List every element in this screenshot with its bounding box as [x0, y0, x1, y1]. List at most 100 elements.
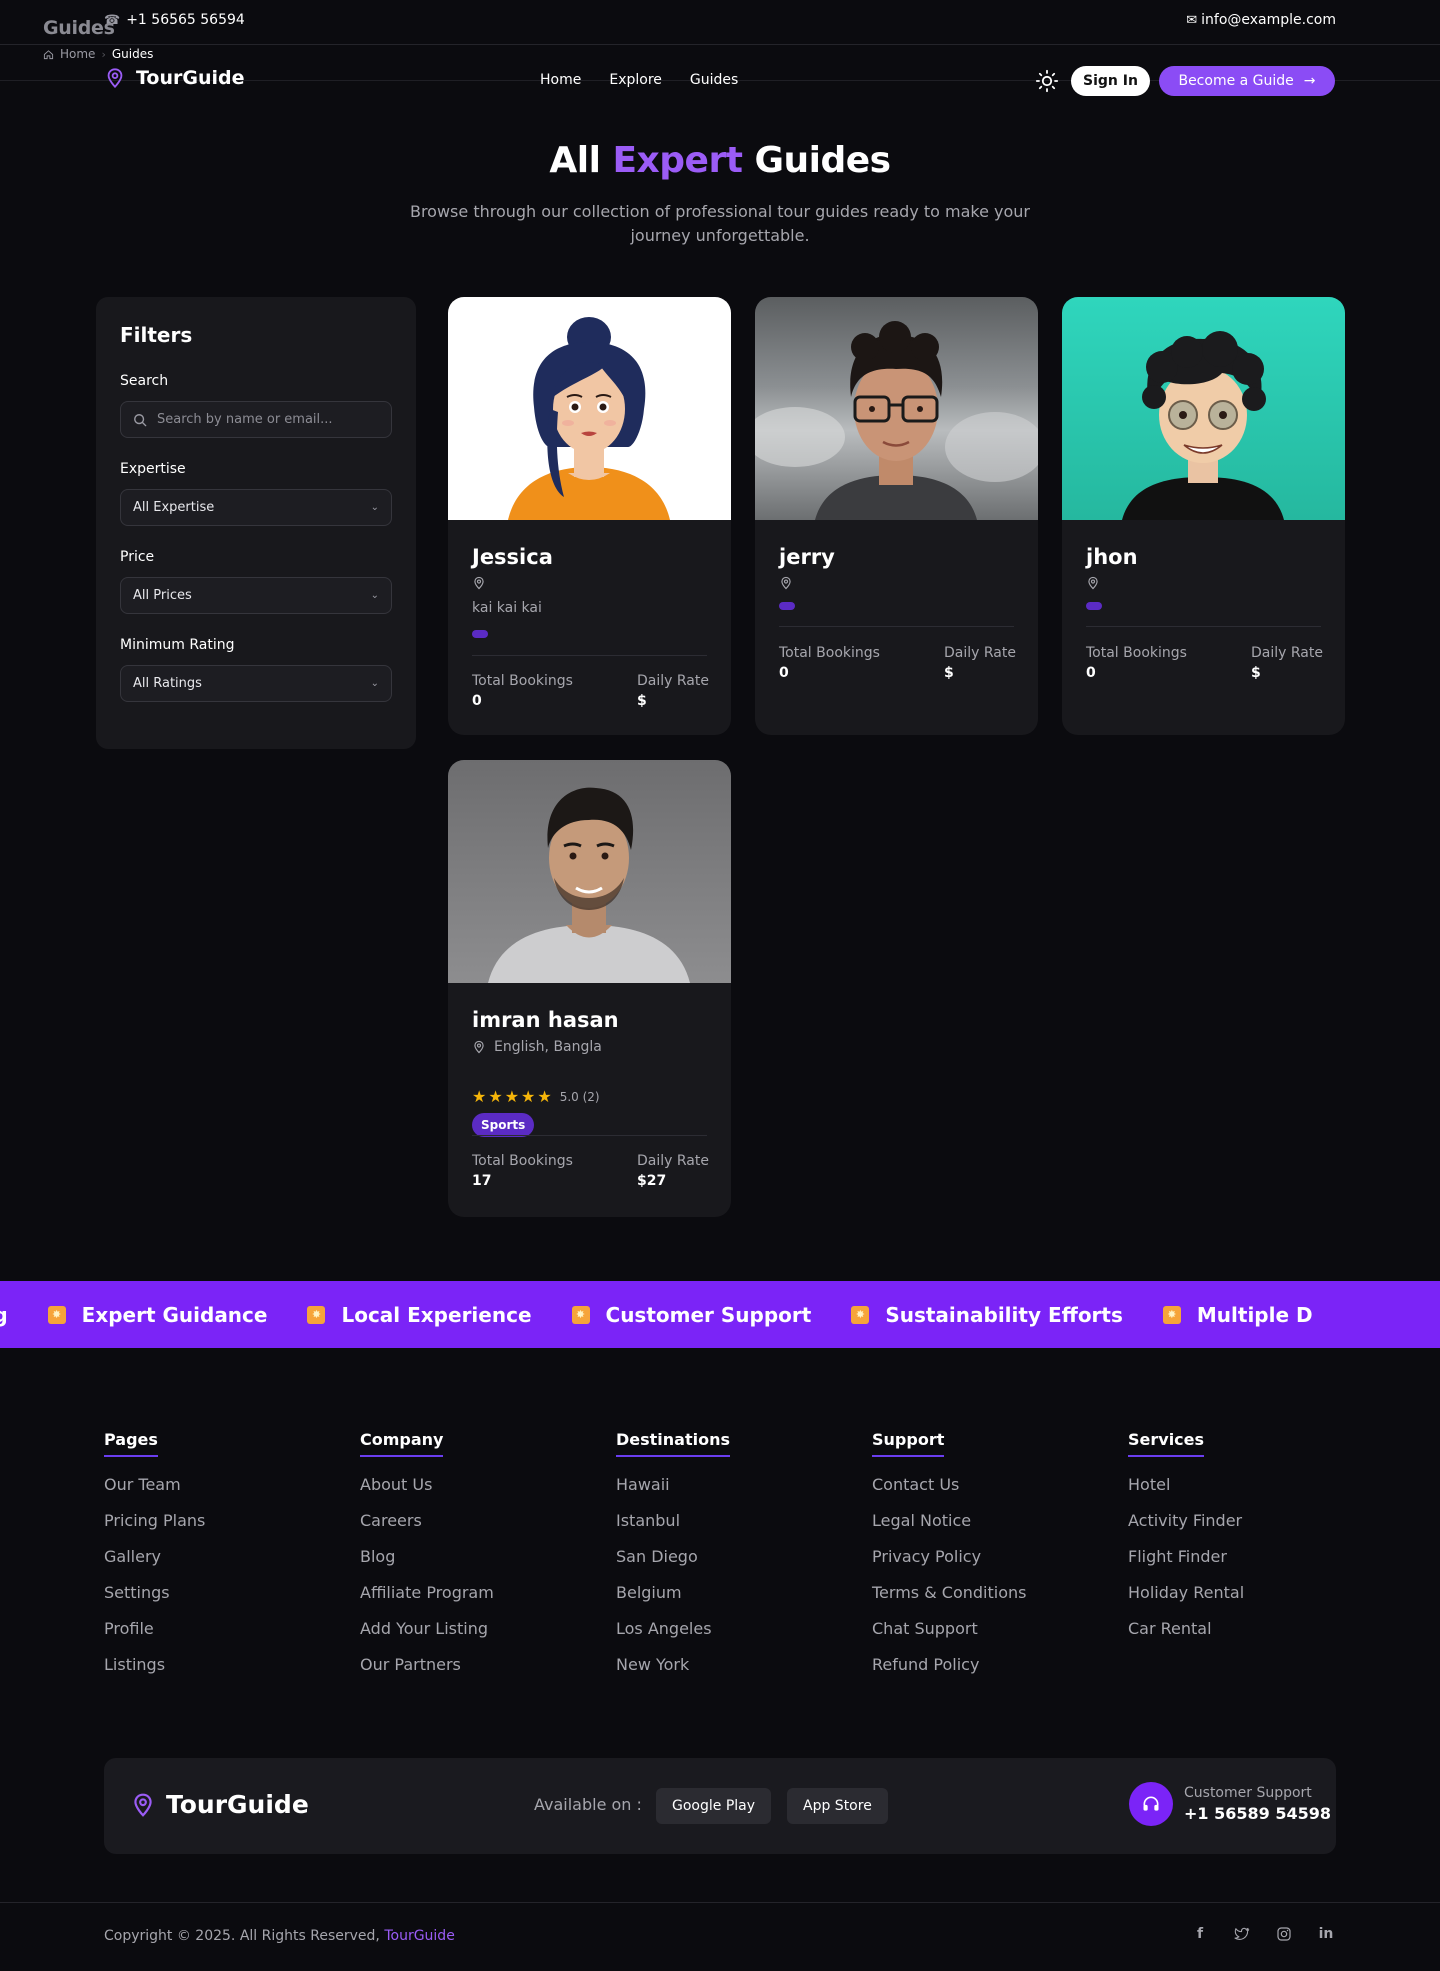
guide-name: imran hasan — [472, 1008, 619, 1032]
chevron-down-icon: ⌄ — [370, 678, 379, 689]
headset-icon — [1129, 1782, 1173, 1826]
footer-brand-logo[interactable]: TourGuide — [130, 1790, 309, 1819]
footer-link[interactable]: Terms & Conditions — [872, 1582, 1102, 1618]
footer-link[interactable]: Affiliate Program — [360, 1582, 590, 1618]
rating-select[interactable]: All Ratings ⌄ — [120, 665, 392, 702]
footer-link[interactable]: Chat Support — [872, 1618, 1102, 1654]
rate-value: $ — [944, 665, 954, 681]
bookings-value: 0 — [1086, 665, 1096, 681]
brand-logo[interactable]: TourGuide — [104, 67, 245, 89]
facebook-icon[interactable]: f — [1190, 1924, 1210, 1944]
footer-link[interactable]: Refund Policy — [872, 1654, 1102, 1690]
footer-link[interactable]: Belgium — [616, 1582, 846, 1618]
footer-brand-name: TourGuide — [166, 1790, 309, 1819]
footer-link[interactable]: Profile — [104, 1618, 334, 1654]
footer-link[interactable]: Add Your Listing — [360, 1618, 590, 1654]
footer-column-company: Company About Us Careers Blog Affiliate … — [360, 1430, 590, 1690]
twitter-icon[interactable] — [1232, 1924, 1252, 1944]
title-pre: All — [549, 140, 613, 181]
guide-languages: kai kai kai — [472, 600, 542, 616]
footer-link[interactable]: Careers — [360, 1510, 590, 1546]
guide-tag-placeholder — [1086, 602, 1102, 610]
footer-column-destinations: Destinations Hawaii Istanbul San Diego B… — [616, 1430, 846, 1690]
rate-label: Daily Rate — [944, 645, 1016, 661]
marquee-item: ✸ Local Experience — [267, 1303, 532, 1327]
footer-link[interactable]: Settings — [104, 1582, 334, 1618]
guide-card-jerry[interactable]: jerry Total Bookings 0 Daily Rate $ — [755, 297, 1038, 735]
footer-link[interactable]: Hotel — [1128, 1474, 1358, 1510]
marquee-label: Multiple D — [1196, 1302, 1313, 1327]
search-input[interactable]: Search by name or email... — [120, 401, 392, 438]
star-icon: ★ — [504, 1087, 520, 1106]
top-phone-text: +1 56565 56594 — [126, 12, 245, 28]
price-label: Price — [120, 549, 155, 565]
footer-link[interactable]: San Diego — [616, 1546, 846, 1582]
footer-link[interactable]: Our Team — [104, 1474, 334, 1510]
footer-link[interactable]: About Us — [360, 1474, 590, 1510]
guide-card-imran-hasan[interactable]: imran hasan English, Bangla ★ ★ ★ ★ ★ 5.0 (2… — [448, 760, 731, 1217]
rate-label: Daily Rate — [1251, 645, 1323, 661]
rating-value: All Ratings — [133, 676, 202, 691]
footer-link[interactable]: Los Angeles — [616, 1618, 846, 1654]
become-guide-button[interactable]: Become a Guide → — [1159, 66, 1335, 96]
guide-photo — [448, 760, 731, 983]
price-select[interactable]: All Prices ⌄ — [120, 577, 392, 614]
guide-photo — [755, 297, 1038, 520]
bookings-label: Total Bookings — [472, 1153, 573, 1169]
footer-link[interactable]: Listings — [104, 1654, 334, 1690]
top-phone[interactable]: ☎ +1 56565 56594 — [104, 12, 245, 28]
map-pin-icon — [474, 576, 484, 590]
rate-value: $27 — [637, 1173, 667, 1189]
footer-link[interactable]: Privacy Policy — [872, 1546, 1102, 1582]
nav-guides[interactable]: Guides — [690, 72, 738, 88]
guide-location-text: English, Bangla — [494, 1039, 602, 1055]
footer-link[interactable]: Pricing Plans — [104, 1510, 334, 1546]
app-store-button[interactable]: App Store — [787, 1788, 888, 1824]
google-play-button[interactable]: Google Play — [656, 1788, 772, 1824]
nav-explore[interactable]: Explore — [609, 72, 662, 88]
page-subtitle: Browse through our collection of profess… — [409, 202, 1031, 245]
card-divider — [779, 626, 1014, 627]
instagram-icon[interactable] — [1274, 1924, 1294, 1944]
footer-link[interactable]: Blog — [360, 1546, 590, 1582]
support-phone[interactable]: +1 56589 54598 — [1184, 1804, 1331, 1823]
footer-link[interactable]: Our Partners — [360, 1654, 590, 1690]
map-pin-icon — [781, 576, 791, 590]
sign-in-button[interactable]: Sign In — [1071, 66, 1150, 96]
footer-link[interactable]: Gallery — [104, 1546, 334, 1582]
filters-panel: Filters Search Search by name or email..… — [96, 297, 416, 749]
guide-photo — [1062, 297, 1345, 520]
guide-card-jhon[interactable]: jhon Total Bookings 0 Daily Rate $ — [1062, 297, 1345, 735]
footer-column-title: Support — [872, 1430, 945, 1457]
theme-toggle-sun-icon[interactable] — [1035, 69, 1059, 93]
breadcrumb-home[interactable]: Home — [60, 47, 95, 61]
footer-link[interactable]: Contact Us — [872, 1474, 1102, 1510]
footer-link[interactable]: Activity Finder — [1128, 1510, 1358, 1546]
available-on-label: Available on : — [534, 1795, 642, 1814]
footer-link[interactable]: Legal Notice — [872, 1510, 1102, 1546]
footer-link[interactable]: Car Rental — [1128, 1618, 1358, 1654]
expertise-select[interactable]: All Expertise ⌄ — [120, 489, 392, 526]
guide-card-jessica[interactable]: Jessica kai kai kai Total Bookings 0 Dai… — [448, 297, 731, 735]
footer-link[interactable]: Flight Finder — [1128, 1546, 1358, 1582]
guide-tag-placeholder — [472, 630, 488, 638]
guide-name: jerry — [779, 545, 835, 569]
nav-home[interactable]: Home — [540, 72, 581, 88]
copyright-brand-link[interactable]: TourGuide — [384, 1928, 454, 1944]
chevron-down-icon: ⌄ — [370, 502, 379, 513]
price-value: All Prices — [133, 588, 192, 603]
search-label: Search — [120, 373, 169, 389]
guide-rating: ★ ★ ★ ★ ★ 5.0 (2) — [472, 1087, 600, 1106]
footer-column-services: Services Hotel Activity Finder Flight Fi… — [1128, 1430, 1358, 1654]
footer-link[interactable]: Hawaii — [616, 1474, 846, 1510]
footer-link[interactable]: Istanbul — [616, 1510, 846, 1546]
guide-photo — [448, 297, 731, 520]
linkedin-icon[interactable]: in — [1316, 1924, 1336, 1944]
footer-link[interactable]: Holiday Rental — [1128, 1582, 1358, 1618]
footer-column-title: Company — [360, 1430, 444, 1457]
become-guide-label: Become a Guide — [1178, 73, 1294, 89]
sparkle-icon: ✸ — [1162, 1305, 1181, 1324]
footer-link[interactable]: New York — [616, 1654, 846, 1690]
sparkle-icon: ✸ — [47, 1305, 66, 1324]
top-email[interactable]: ✉ info@example.com — [1186, 12, 1336, 28]
